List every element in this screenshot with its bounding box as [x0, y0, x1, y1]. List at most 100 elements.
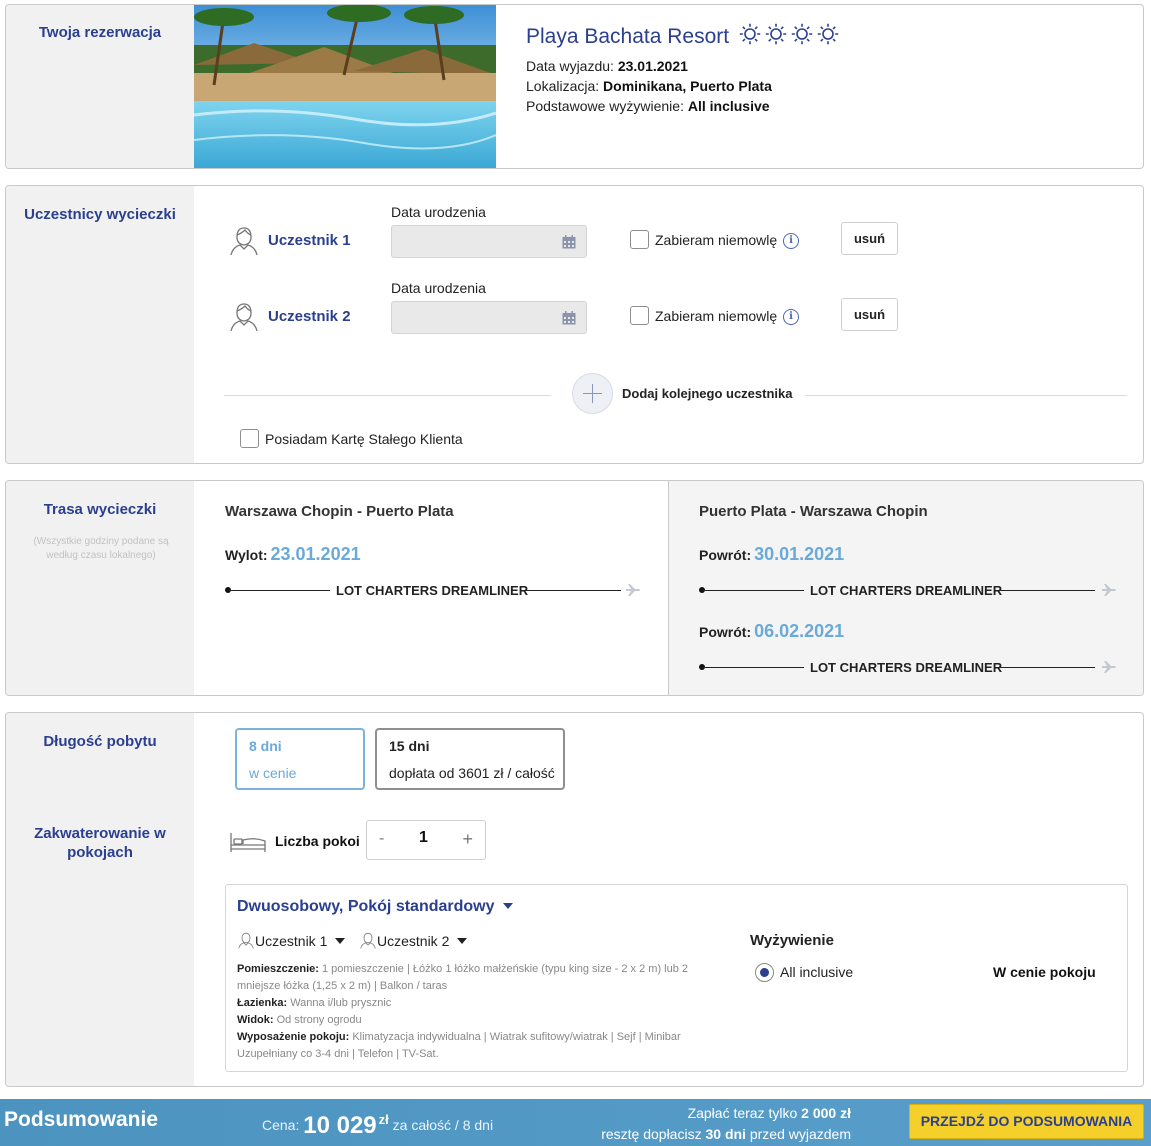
rooms-count-label: Liczba pokoi: [275, 833, 360, 849]
meal-option-label[interactable]: All inclusive: [780, 964, 853, 980]
flight-line-segment: [521, 590, 621, 591]
loyalty-card-checkbox[interactable]: [240, 429, 259, 448]
remaining-prefix: resztę dopłacisz: [601, 1126, 702, 1142]
flight-line-segment: [995, 590, 1095, 591]
stay-section-title: Długość pobytu: [43, 733, 157, 750]
stay-panel: Długość pobytu Zakwaterowanie w pokojach…: [5, 712, 1144, 1087]
add-participant-label[interactable]: Dodaj kolejnego uczestnika: [622, 386, 793, 401]
plane-icon: [626, 584, 640, 596]
rooms-count-value: 1: [419, 829, 428, 846]
room-detail-value: 1 pomieszczenie: [321, 963, 404, 975]
stay-option-price: w cenie: [249, 765, 297, 781]
remaining-suffix: przed wyjazdem: [749, 1126, 851, 1142]
birthdate-input-1[interactable]: [391, 225, 587, 258]
meal-option-radio[interactable]: [755, 963, 774, 982]
summary-title: Podsumowanie: [4, 1108, 159, 1131]
room-type-dropdown[interactable]: Dwuosobowy, Pokój standardowy: [237, 898, 513, 916]
room-type-label[interactable]: Dwuosobowy, Pokój standardowy: [237, 898, 495, 915]
birthdate-label-2: Data urodzenia: [391, 280, 486, 296]
equipment-value: Uzupełniany co 3-4 dni: [237, 1048, 349, 1060]
participant-1-label: Uczestnik 1: [268, 232, 351, 249]
infant-label-1: Zabieram niemowlę: [655, 232, 778, 248]
return-date-label-1: Powrót:: [699, 547, 752, 563]
route-section-title: Trasa wycieczki: [43, 501, 157, 518]
info-icon[interactable]: i: [783, 309, 799, 325]
add-participant-button[interactable]: [572, 373, 613, 414]
participant-2-label: Uczestnik 2: [268, 308, 351, 325]
return-date-label-2: Powrót:: [699, 624, 752, 640]
outbound-date-value: 23.01.2021: [270, 544, 361, 564]
remaining-payment-text: resztę dopłacisz 30 dni przed wyjazdem: [601, 1126, 851, 1142]
chevron-down-icon[interactable]: [335, 938, 346, 944]
board-basis: Podstawowe wyżywienie: All inclusive: [526, 98, 770, 114]
chevron-down-icon[interactable]: [502, 903, 513, 909]
return-flight-date-2: Powrót: 06.02.2021: [699, 621, 844, 642]
departure-value: 23.01.2021: [617, 58, 688, 74]
decrement-button[interactable]: -: [379, 830, 384, 848]
infant-checkbox-2[interactable]: [630, 306, 649, 325]
sun-rating-icon: [765, 23, 787, 45]
info-icon[interactable]: i: [783, 233, 799, 249]
occupant-select-1[interactable]: Uczestnik 1: [237, 931, 346, 949]
stay-option-15-days[interactable]: 15 dni dopłata od 3601 zł / całość: [375, 728, 565, 790]
meals-title: Wyżywienie: [750, 932, 834, 949]
remaining-days: 30 dni: [705, 1126, 746, 1142]
birthdate-input-2[interactable]: [391, 301, 587, 334]
remove-participant-1-button[interactable]: usuń: [841, 222, 898, 255]
person-icon: [360, 932, 376, 949]
rooms-count-stepper[interactable]: - 1 +: [366, 820, 486, 860]
return-date-value-1: 30.01.2021: [754, 544, 845, 564]
calendar-icon[interactable]: [562, 311, 576, 325]
remove-participant-2-button[interactable]: usuń: [841, 298, 898, 331]
pay-now-amount: 2 000 zł: [801, 1105, 851, 1121]
person-icon: [230, 303, 258, 332]
return-flight-line-1: LOT CHARTERS DREAMLINER: [699, 583, 1119, 598]
occupant-label-2[interactable]: Uczestnik 2: [377, 933, 449, 949]
plane-icon: [1102, 661, 1116, 673]
stay-option-8-days[interactable]: 8 dni w cenie: [235, 728, 365, 790]
outbound-date-label: Wylot:: [225, 547, 268, 563]
person-icon: [230, 227, 258, 256]
flight-line-segment: [702, 590, 804, 591]
equipment-value: TV-Sat.: [401, 1048, 439, 1060]
hotel-name-text: Playa Bachata Resort: [526, 25, 730, 48]
flight-line-segment: [995, 667, 1095, 668]
calendar-icon[interactable]: [562, 235, 576, 249]
sun-rating-icon: [739, 23, 761, 45]
flight-line-segment: [702, 667, 804, 668]
price-currency: zł: [378, 1112, 389, 1127]
participants-section-title: Uczestnicy wycieczki: [24, 206, 176, 223]
room-card: Dwuosobowy, Pokój standardowy Uczestnik …: [225, 884, 1128, 1072]
infant-checkbox-1[interactable]: [630, 230, 649, 249]
occupant-select-2[interactable]: Uczestnik 2: [359, 931, 468, 949]
view-details-line: Widok: Od strony ogrodu: [237, 1012, 727, 1029]
hotel-photo: [194, 5, 496, 168]
price-label: Cena:: [262, 1117, 300, 1133]
divider: [224, 395, 551, 396]
bathroom-details-line: Łazienka: Wanna i/lub prysznic: [237, 995, 727, 1012]
total-price: Cena: 10 029 zł za całość / 8 dni: [262, 1109, 494, 1139]
equipment-value: Sejf: [616, 1031, 636, 1043]
person-icon: [238, 932, 254, 949]
bathroom-value: Wanna i/lub prysznic: [290, 997, 392, 1009]
return-route-title: Puerto Plata - Warszawa Chopin: [699, 503, 928, 520]
stay-option-days: 8 dni: [249, 738, 282, 754]
plane-icon: [1102, 584, 1116, 596]
increment-button[interactable]: +: [462, 829, 473, 850]
view-label: Widok:: [237, 1014, 274, 1026]
return-date-value-2: 06.02.2021: [754, 621, 845, 641]
chevron-down-icon[interactable]: [457, 938, 468, 944]
price-suffix: za całość / 8 dni: [392, 1117, 494, 1133]
return-route-section: Puerto Plata - Warszawa Chopin Powrót: 30…: [668, 481, 1143, 695]
hotel-name: Playa Bachata Resort: [526, 21, 839, 49]
stay-option-price: dopłata od 3601 zł / całość: [389, 765, 555, 781]
occupant-label-1[interactable]: Uczestnik 1: [255, 933, 327, 949]
pay-now-prefix: Zapłać teraz tylko: [687, 1105, 798, 1121]
pay-now-text: Zapłać teraz tylko 2 000 zł: [688, 1105, 851, 1121]
go-to-summary-button[interactable]: PRZEJDŹ DO PODSUMOWANIA: [909, 1104, 1144, 1139]
birthdate-label-1: Data urodzenia: [391, 204, 486, 220]
departure-label: Data wyjazdu:: [526, 58, 614, 74]
outbound-carrier: LOT CHARTERS DREAMLINER: [336, 583, 529, 598]
view-value: Od strony ogrodu: [276, 1014, 362, 1026]
sun-rating-icon: [791, 23, 813, 45]
